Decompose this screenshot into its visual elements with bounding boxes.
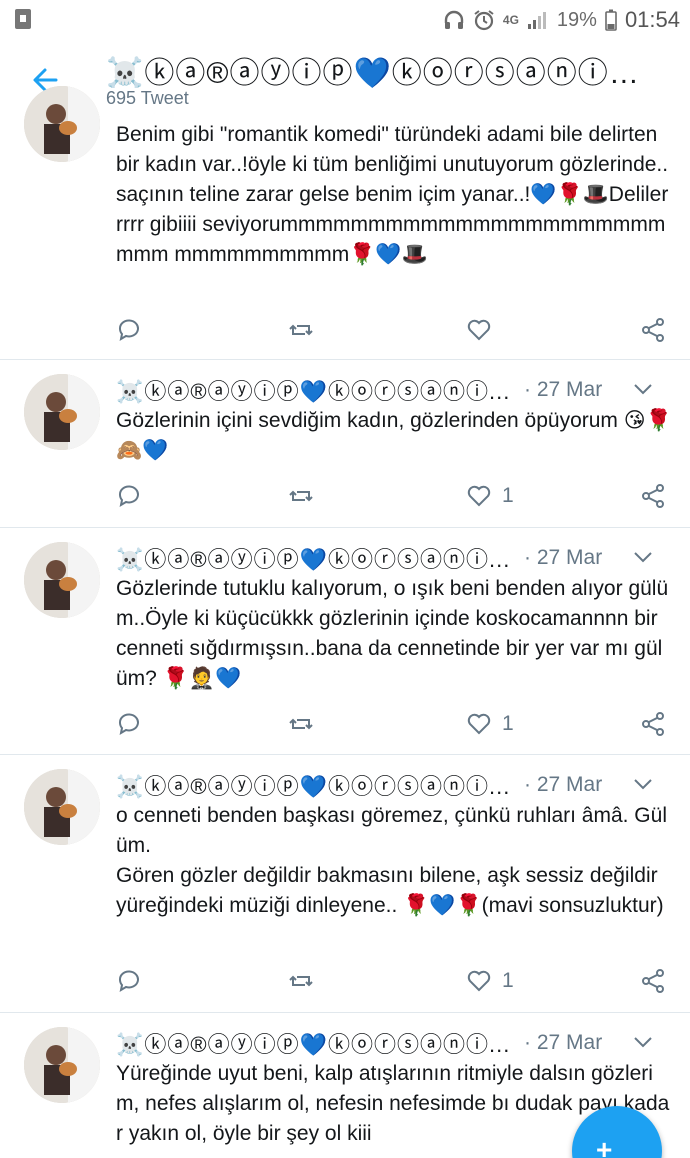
reply-icon — [118, 485, 139, 508]
clock: 01:54 — [624, 7, 680, 32]
reply-button[interactable] — [116, 965, 142, 997]
reply-button[interactable] — [116, 480, 142, 512]
tweet-date: · 27 Mar — [524, 773, 603, 796]
retweet-icon — [289, 718, 313, 730]
alarm-icon — [474, 10, 494, 31]
tweet[interactable]: ☠️ⓚⓐ®ⓐⓨⓘⓟ💙ⓚⓞⓡⓢⓐⓝⓘ... · 27 Mar Gözlerinin… — [0, 360, 690, 528]
heart-icon — [467, 713, 491, 735]
status-bar: 4G 19% 01:54 — [0, 0, 690, 40]
profile-name: ☠️ⓚⓐ®ⓐⓨⓘⓟ💙ⓚⓞⓡⓢⓐⓝⓘ☠️... — [106, 57, 666, 88]
retweet-icon — [289, 490, 313, 502]
like-button[interactable] — [466, 314, 502, 346]
like-button[interactable]: 1 — [466, 480, 514, 512]
retweet-button[interactable] — [288, 480, 314, 512]
avatar[interactable] — [24, 769, 100, 845]
battery-icon — [605, 9, 617, 31]
author-name[interactable]: ☠️ⓚⓐ®ⓐⓨⓘⓟ💙ⓚⓞⓡⓢⓐⓝⓘ... — [116, 1027, 512, 1059]
chevron-down-icon[interactable] — [632, 777, 654, 791]
tweet-text: Benim gibi "romantik komedi" türündeki a… — [116, 123, 674, 266]
heart-icon — [467, 485, 491, 507]
tweet[interactable]: ☠️ⓚⓐ®ⓐⓨⓘⓟ💙ⓚⓞⓡⓢⓐⓝⓘ... · 27 Mar Gözlerinde… — [0, 528, 690, 755]
chevron-down-icon[interactable] — [632, 382, 654, 396]
like-count: 1 — [502, 484, 514, 507]
retweet-icon — [289, 324, 313, 336]
battery-percent: 19% — [556, 8, 597, 31]
tweet-actions: 1 — [116, 708, 672, 740]
heart-icon — [467, 319, 491, 341]
tweet-text: Gözlerinin içini sevdiğim kadın, gözleri… — [116, 409, 672, 462]
tweet-date: · 27 Mar — [524, 1031, 603, 1054]
reply-icon — [118, 319, 139, 342]
tweet[interactable]: ☠️ⓚⓐ®ⓐⓨⓘⓟ💙ⓚⓞⓡⓢⓐⓝⓘ... · 27 Mar o cenneti … — [0, 755, 690, 1013]
chevron-down-icon[interactable] — [632, 1035, 654, 1049]
avatar[interactable] — [24, 542, 100, 618]
share-icon — [642, 969, 664, 993]
sd-card-icon — [15, 9, 31, 29]
tweet-actions: 1 — [116, 480, 672, 512]
tweet-date: · 27 Mar — [524, 546, 603, 569]
tweet-date: · 27 Mar — [524, 378, 603, 401]
headphones-icon — [444, 10, 464, 29]
tweet-count: 695 Tweet — [106, 88, 189, 108]
retweet-icon — [289, 975, 313, 987]
chevron-down-icon[interactable] — [632, 550, 654, 564]
profile-header: ☠️ⓚⓐ®ⓐⓨⓘⓟ💙ⓚⓞⓡⓢⓐⓝⓘ☠️... 695 Tweet — [0, 40, 690, 118]
retweet-button[interactable] — [288, 314, 314, 346]
reply-icon — [118, 713, 139, 736]
avatar[interactable] — [24, 86, 100, 162]
retweet-button[interactable] — [288, 708, 314, 740]
compose-icon: + — [596, 1134, 613, 1158]
author-name[interactable]: ☠️ⓚⓐ®ⓐⓨⓘⓟ💙ⓚⓞⓡⓢⓐⓝⓘ... — [116, 542, 512, 574]
signal-icon — [527, 12, 546, 29]
retweet-button[interactable] — [288, 965, 314, 997]
share-icon — [642, 318, 664, 342]
share-icon — [642, 712, 664, 736]
reply-icon — [118, 970, 139, 993]
tweet-actions: 1 — [116, 965, 672, 997]
network-type: 4G — [502, 13, 519, 27]
tweet-text: Gözlerinde tutuklu kalıyorum, o ışık ben… — [116, 577, 669, 690]
like-button[interactable]: 1 — [466, 965, 514, 997]
like-count: 1 — [502, 712, 514, 735]
share-button[interactable] — [640, 480, 666, 512]
avatar[interactable] — [24, 1027, 100, 1103]
tweet-actions — [116, 314, 672, 346]
share-icon — [642, 484, 664, 508]
author-name[interactable]: ☠️ⓚⓐ®ⓐⓨⓘⓟ💙ⓚⓞⓡⓢⓐⓝⓘ... — [116, 769, 512, 801]
reply-button[interactable] — [116, 708, 142, 740]
like-button[interactable]: 1 — [466, 708, 514, 740]
tweet-text: o cenneti benden başkası göremez, çünkü … — [116, 804, 667, 917]
avatar[interactable] — [24, 374, 100, 450]
share-button[interactable] — [640, 708, 666, 740]
like-count: 1 — [502, 969, 514, 992]
share-button[interactable] — [640, 965, 666, 997]
heart-icon — [467, 970, 491, 992]
author-name[interactable]: ☠️ⓚⓐ®ⓐⓨⓘⓟ💙ⓚⓞⓡⓢⓐⓝⓘ... — [116, 374, 512, 406]
tweet[interactable]: Benim gibi "romantik komedi" türündeki a… — [0, 86, 690, 360]
share-button[interactable] — [640, 314, 666, 346]
reply-button[interactable] — [116, 314, 142, 346]
